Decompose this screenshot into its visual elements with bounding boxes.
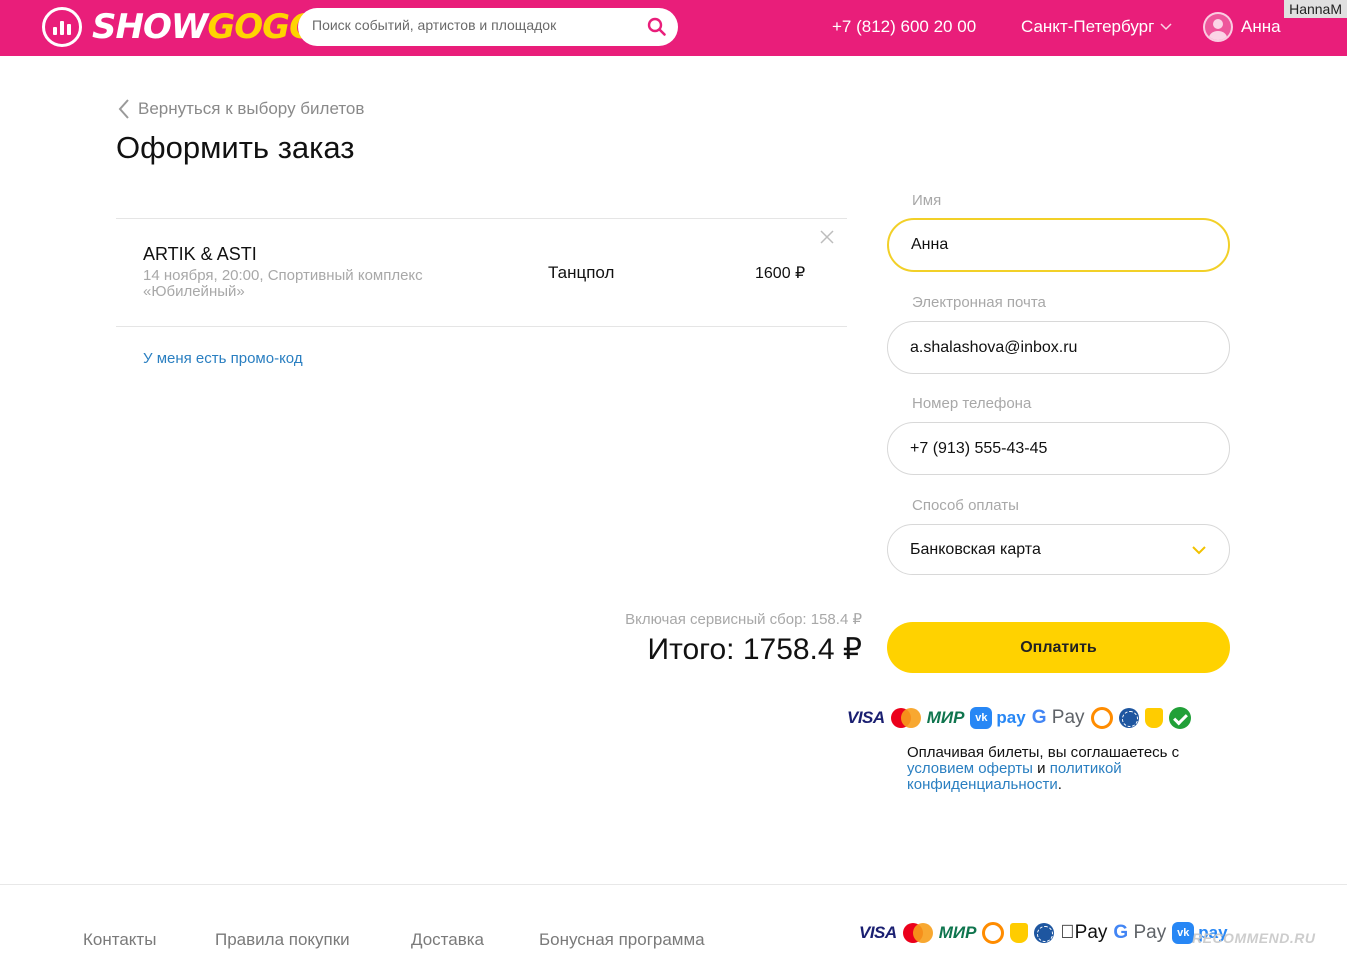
event-name: ARTIK & ASTI — [143, 244, 257, 264]
ticket-price: 1600 ₽ — [755, 265, 806, 282]
webmoney-icon — [1118, 708, 1139, 728]
payment-method-value: Банковская карта — [910, 540, 1041, 558]
google-pay-icon: G Pay — [1099, 922, 1166, 943]
footer-payment-logos: VISA МИР Pay G Pay vk pay — [859, 922, 1228, 944]
phone-label: Номер телефона — [912, 395, 1032, 412]
avatar — [1203, 12, 1233, 42]
search-box — [298, 8, 678, 46]
apple-pay-icon: Pay — [1060, 922, 1107, 943]
close-icon[interactable] — [819, 229, 835, 245]
webmoney-icon — [1034, 923, 1055, 943]
payment-method-label: Способ оплаты — [912, 497, 1019, 514]
order-total: Итого: 1758.4 ₽ — [647, 633, 862, 666]
name-field[interactable] — [887, 218, 1230, 272]
mir-icon: МИР — [926, 708, 965, 727]
mastercard-icon — [902, 923, 933, 943]
ticket-zone: Танцпол — [548, 263, 615, 282]
payment-logos: VISA МИР vk pay G Pay — [847, 707, 1191, 729]
email-field[interactable] — [887, 321, 1230, 374]
service-fee-text: Включая сервисный сбор: 158.4 ₽ — [625, 611, 862, 628]
page-title: Оформить заказ — [116, 130, 355, 165]
footer-divider — [0, 884, 1347, 885]
top-header: SHOWGOGO +7 (812) 600 20 00 Санкт-Петерб… — [0, 0, 1347, 56]
chevron-down-icon — [1160, 23, 1172, 31]
ticket-row: ARTIK & ASTI 14 ноября, 20:00, Спортивны… — [116, 218, 847, 327]
pay-button[interactable]: Оплатить — [887, 622, 1230, 673]
visa-icon: VISA — [847, 708, 885, 727]
logo-icon — [42, 7, 82, 47]
chevron-down-icon — [1192, 545, 1206, 554]
search-icon[interactable] — [646, 16, 668, 38]
qiwi-icon — [982, 922, 1005, 944]
qiwi-icon — [1090, 707, 1113, 729]
header-phone[interactable]: +7 (812) 600 20 00 — [832, 17, 976, 37]
vk-pay-icon: vk pay — [970, 707, 1026, 729]
email-label: Электронная почта — [912, 294, 1046, 311]
city-selector[interactable]: Санкт-Петербург — [1021, 17, 1172, 37]
promo-code-link[interactable]: У меня есть промо-код — [143, 350, 303, 367]
footer-link-delivery[interactable]: Доставка — [411, 930, 484, 950]
showgogo-logo[interactable]: SHOWGOGO — [42, 7, 318, 47]
footer-link-contacts[interactable]: Контакты — [83, 930, 156, 950]
terms-text: Оплачивая билеты, вы соглашаетесь с усло… — [907, 745, 1217, 793]
watermark-user-tag: HannaM — [1284, 0, 1347, 18]
back-label: Вернуться к выбору билетов — [138, 99, 365, 118]
mastercard-icon — [890, 708, 921, 728]
user-name: Анна — [1241, 17, 1281, 36]
back-to-tickets-link[interactable]: Вернуться к выбору билетов — [118, 99, 364, 119]
footer-link-bonus[interactable]: Бонусная программа — [539, 930, 705, 950]
payment-method-select[interactable]: Банковская карта — [887, 524, 1230, 575]
event-info: 14 ноября, 20:00, Спортивный комплекс «Ю… — [143, 267, 423, 300]
terms-and: и — [1037, 760, 1046, 777]
mir-icon: МИР — [938, 923, 977, 942]
logo-text-show: SHOW — [92, 7, 208, 47]
visa-icon: VISA — [859, 923, 897, 942]
chevron-left-icon — [118, 99, 129, 119]
terms-suffix: . — [1057, 776, 1062, 793]
footer-link-rules[interactable]: Правила покупки — [215, 930, 350, 950]
name-label: Имя — [912, 192, 942, 209]
sberbank-icon — [1168, 707, 1191, 729]
yandex-money-icon — [1010, 923, 1029, 943]
offer-link[interactable]: условием оферты — [907, 760, 1033, 777]
phone-field[interactable] — [887, 422, 1230, 475]
recommend-watermark: RECOMMEND.RU — [1192, 930, 1316, 946]
yandex-money-icon — [1144, 708, 1163, 728]
search-input[interactable] — [312, 17, 632, 33]
google-pay-icon: G Pay — [1031, 707, 1085, 728]
terms-prefix: Оплачивая билеты, вы соглашаетесь с — [907, 744, 1180, 761]
city-label: Санкт-Петербург — [1021, 17, 1155, 36]
user-menu[interactable]: Анна — [1203, 12, 1281, 42]
